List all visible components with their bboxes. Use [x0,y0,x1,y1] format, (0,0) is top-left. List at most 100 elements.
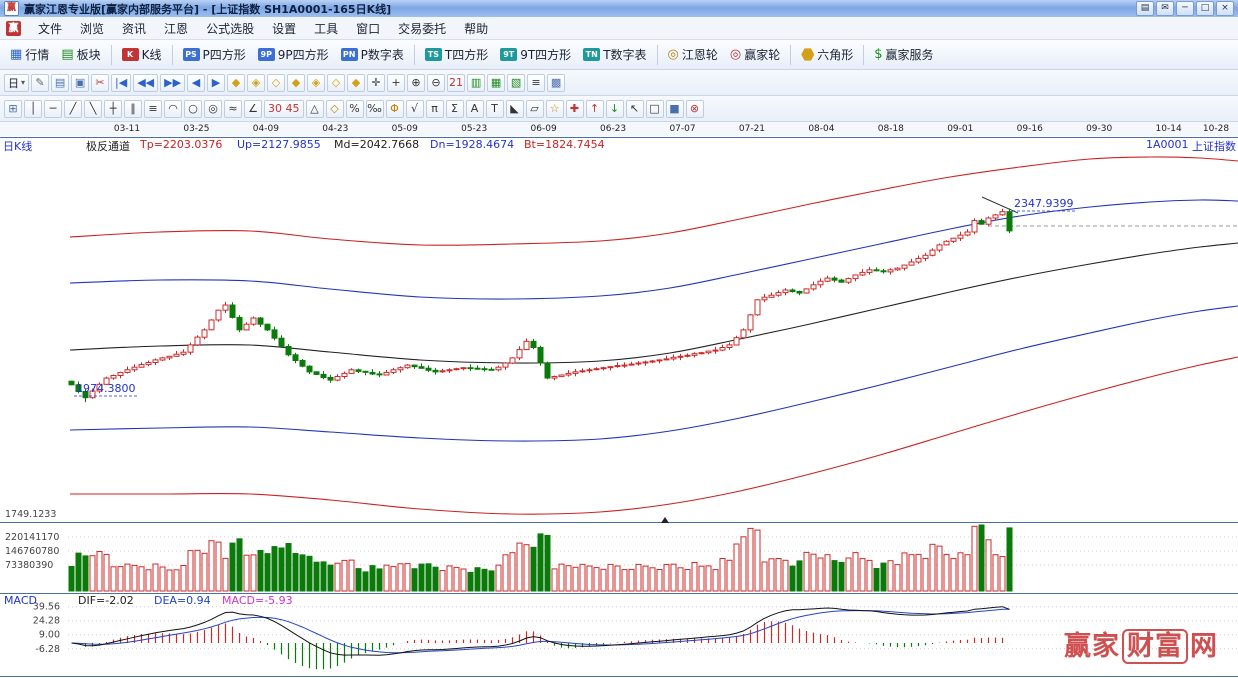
arc-tool-icon[interactable]: ◠ [164,99,182,118]
gann-angle-30-45-icon[interactable]: 30 45 [264,99,304,118]
close-button[interactable]: × [1216,1,1234,16]
zoom-in-icon[interactable]: ⊕ [407,73,426,92]
golden-section-tool-icon[interactable]: Φ [385,99,404,118]
crosshair-icon[interactable]: + [387,73,406,92]
gann-diamond-6-icon[interactable]: ◇ [327,73,346,92]
gann-diamond-3-icon[interactable]: ◇ [267,73,286,92]
svg-text:2347.9399: 2347.9399 [1014,197,1074,210]
delete-tool-icon[interactable]: ⊗ [685,99,704,118]
concentric-circles-tool-icon[interactable]: ◎ [204,99,222,118]
sqrt-tool-icon[interactable]: √ [405,99,424,118]
wave-tool-icon[interactable]: ≈ [224,99,242,118]
toolbar-winner-service-button[interactable]: $ 赢家服务 [868,43,939,66]
toolbar-t-square-button[interactable]: TS T四方形 [419,43,494,66]
gann-diamond-4-icon[interactable]: ◆ [287,73,306,92]
menu-item-文件[interactable]: 文件 [29,18,71,39]
sum-tool-icon[interactable]: Σ [445,99,464,118]
toolbar-hexagon-button[interactable]: 六角形 [795,43,859,66]
trend-view-icon[interactable]: ▧ [507,73,526,92]
symbol-code-label: 1A0001 [1146,138,1189,151]
mail-button[interactable]: ✉ [1156,1,1174,16]
main-toolbar: ▦ 行情 ▤ 板块 K K线 PS P四方形 9P 9P四方形 PN P数字表 TS T四方形 9T 9T四方… [0,40,1238,70]
period-selector[interactable]: 日 ▾ [4,73,30,92]
rect-tool-icon[interactable]: □ [645,99,664,118]
cross-line-tool-icon[interactable]: ┼ [104,99,122,118]
diamond-tool-icon[interactable]: ◇ [325,99,344,118]
filled-rect-tool-icon[interactable]: ■ [665,99,684,118]
toolbar-quotes-button[interactable]: ▦ 行情 [4,43,55,66]
clipboard-icon[interactable]: ▣ [71,73,90,92]
minimize-button[interactable]: ─ [1176,1,1194,16]
plus-tool-icon[interactable]: ✚ [565,99,584,118]
parallelogram-tool-icon[interactable]: ▱ [525,99,544,118]
date-tick-09-16: 09-16 [1016,124,1043,134]
next-bar-icon[interactable]: ▶ [207,73,226,92]
angle-tool-icon[interactable]: ∠ [244,99,262,118]
pi-tool-icon[interactable]: π [425,99,444,118]
gann-diamond-2-icon[interactable]: ◈ [247,73,266,92]
down-line-tool-icon[interactable]: ╲ [84,99,102,118]
tools-toolbar: 日 ▾ ✎ ▤ ▣ ✂ |◀ ◀◀ ▶▶ ◀ ▶ ◆ ◈ ◇ ◆ ◈ ◇ ◆ ✛ + ⊕ ⊖ 21 ▥ ▦ ▧ ≡ ▩ [0,70,1238,96]
wedge-tool-icon[interactable]: ◣ [505,99,524,118]
permille-tool-icon[interactable]: ‰ [365,99,384,118]
toolbar-9t-square-button[interactable]: 9T 9T四方形 [494,43,577,66]
symbol-name-label: 上证指数 [1192,140,1236,153]
gann-diamond-5-icon[interactable]: ◈ [307,73,326,92]
down-arrow-tool-icon[interactable]: ↓ [605,99,624,118]
up-arrow-tool-icon[interactable]: ↑ [585,99,604,118]
star-tool-icon[interactable]: ☆ [545,99,564,118]
toolbar-kline-button[interactable]: K K线 [116,43,168,66]
move-tool-icon[interactable]: ✛ [367,73,386,92]
toolbar-sectors-button[interactable]: ▤ 板块 [55,43,106,66]
macd-indicator-label[interactable]: MACD [4,594,37,607]
parallel-lines-tool-icon[interactable]: ∥ [124,99,142,118]
hexagon-icon [801,48,815,61]
grid-tool-icon[interactable]: ⊞ [4,99,22,118]
triangle-tool-icon[interactable]: △ [305,99,324,118]
toolbar-winner-wheel-button[interactable]: ◎ 赢家轮 [724,43,786,66]
toolbar-p-number-table-button[interactable]: PN P数字表 [335,43,410,66]
calc-icon[interactable]: ▩ [547,73,566,92]
menu-item-江恩[interactable]: 江恩 [155,18,197,39]
toolbar-gann-wheel-button[interactable]: ◎ 江恩轮 [662,43,724,66]
trend-line-tool-icon[interactable]: ╱ [64,99,82,118]
menu-item-交易委托[interactable]: 交易委托 [389,18,455,39]
app-skin-button[interactable]: ▤ [1136,1,1154,16]
toolbar-9p-square-button[interactable]: 9P 9P四方形 [252,43,335,66]
vertical-line-tool-icon[interactable]: │ [24,99,42,118]
menu-item-窗口[interactable]: 窗口 [347,18,389,39]
prev-bar-icon[interactable]: ◀ [187,73,206,92]
percent-retrace-tool-icon[interactable]: % [345,99,364,118]
period-selector-arrow-icon: ▾ [21,78,26,87]
toolbar-t-number-table-button[interactable]: TN T数字表 [577,43,652,66]
label-tool-icon[interactable]: T [485,99,504,118]
zoom-out-icon[interactable]: ⊖ [427,73,446,92]
layout-icon[interactable]: ▤ [51,73,70,92]
prev-fast-icon[interactable]: ◀◀ [133,73,159,92]
menu-item-资讯[interactable]: 资讯 [113,18,155,39]
first-page-icon[interactable]: |◀ [111,73,132,92]
chart-area[interactable]: 2347.9399 1974.3800 1749.1233 220141170 1467… [0,136,1238,678]
gann-diamond-7-icon[interactable]: ◆ [347,73,366,92]
list-view-icon[interactable]: ≡ [527,73,546,92]
screenshot-icon[interactable]: ✂ [91,73,110,92]
text-tool-icon[interactable]: A [465,99,484,118]
menu-item-浏览[interactable]: 浏览 [71,18,113,39]
menu-item-帮助[interactable]: 帮助 [455,18,497,39]
edit-icon[interactable]: ✎ [31,73,50,92]
volume-view-icon[interactable]: ▦ [487,73,506,92]
restore-button[interactable]: □ [1196,1,1214,16]
calendar-21-icon[interactable]: 21 [447,73,466,92]
menu-item-公式选股[interactable]: 公式选股 [197,18,263,39]
menu-item-工具[interactable]: 工具 [305,18,347,39]
app-window: 赢 赢家江恩专业版[赢家内部服务平台] - [上证指数 SH1A0001-165… [0,0,1238,678]
next-fast-icon[interactable]: ▶▶ [160,73,186,92]
triple-line-tool-icon[interactable]: ≡ [144,99,162,118]
circle-tool-icon[interactable]: ○ [184,99,202,118]
horizontal-line-tool-icon[interactable]: ─ [44,99,62,118]
menu-item-设置[interactable]: 设置 [263,18,305,39]
gann-diamond-1-icon[interactable]: ◆ [227,73,246,92]
pointer-tool-icon[interactable]: ↖ [625,99,644,118]
kline-view-icon[interactable]: ▥ [467,73,486,92]
toolbar-p-square-button[interactable]: PS P四方形 [177,43,252,66]
